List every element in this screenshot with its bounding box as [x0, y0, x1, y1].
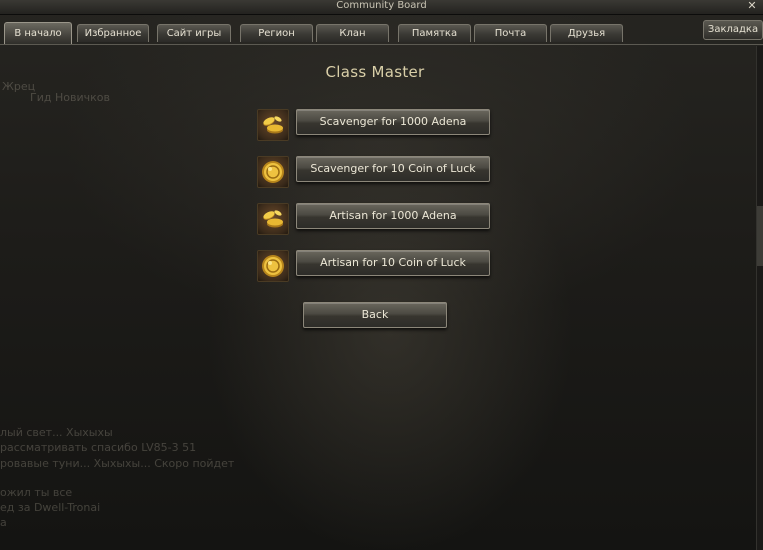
window-title: Community Board — [336, 0, 427, 11]
ghost-text: ожил ты все — [0, 486, 73, 499]
tab-home[interactable]: В начало — [4, 22, 72, 44]
coin-of-luck-icon — [257, 156, 289, 188]
scrollbar[interactable] — [756, 46, 763, 550]
adena-icon — [257, 203, 289, 235]
tab-bar: В начало Избранное Сайт игры Регион Клан… — [0, 20, 763, 45]
coin-of-luck-icon — [257, 250, 289, 282]
artisan-coin-button[interactable]: Artisan for 10 Coin of Luck — [296, 250, 490, 276]
adena-icon — [257, 109, 289, 141]
ghost-text: а — [0, 516, 7, 529]
tab-region[interactable]: Регион — [240, 24, 313, 42]
back-button[interactable]: Back — [303, 302, 447, 328]
ghost-text: ровавые туни... Хыхыхы... Скоро пойдет — [0, 457, 235, 470]
tab-game-site[interactable]: Сайт игры — [157, 24, 231, 42]
scrollbar-thumb[interactable] — [757, 206, 763, 266]
ghost-text: Гид Новичков — [30, 91, 110, 104]
tab-clan[interactable]: Клан — [316, 24, 389, 42]
tab-mail[interactable]: Почта — [474, 24, 547, 42]
ghost-text: лый свет... Хыхыхы — [0, 426, 113, 439]
tab-favorites[interactable]: Избранное — [77, 24, 149, 42]
tab-bookmark[interactable]: Закладка — [703, 20, 763, 40]
ghost-text: рассматривать спасибо LV85-3 51 — [0, 441, 197, 454]
page-title: Class Master — [325, 63, 425, 81]
tab-friends[interactable]: Друзья — [550, 24, 623, 42]
close-icon[interactable]: ✕ — [746, 0, 758, 12]
scavenger-adena-button[interactable]: Scavenger for 1000 Adena — [296, 109, 490, 135]
tab-memo[interactable]: Памятка — [398, 24, 471, 42]
title-bar: Community Board ✕ — [0, 0, 763, 15]
scavenger-coin-button[interactable]: Scavenger for 10 Coin of Luck — [296, 156, 490, 182]
ghost-text: ед за Dwell-Tronai — [0, 501, 101, 514]
artisan-adena-button[interactable]: Artisan for 1000 Adena — [296, 203, 490, 229]
